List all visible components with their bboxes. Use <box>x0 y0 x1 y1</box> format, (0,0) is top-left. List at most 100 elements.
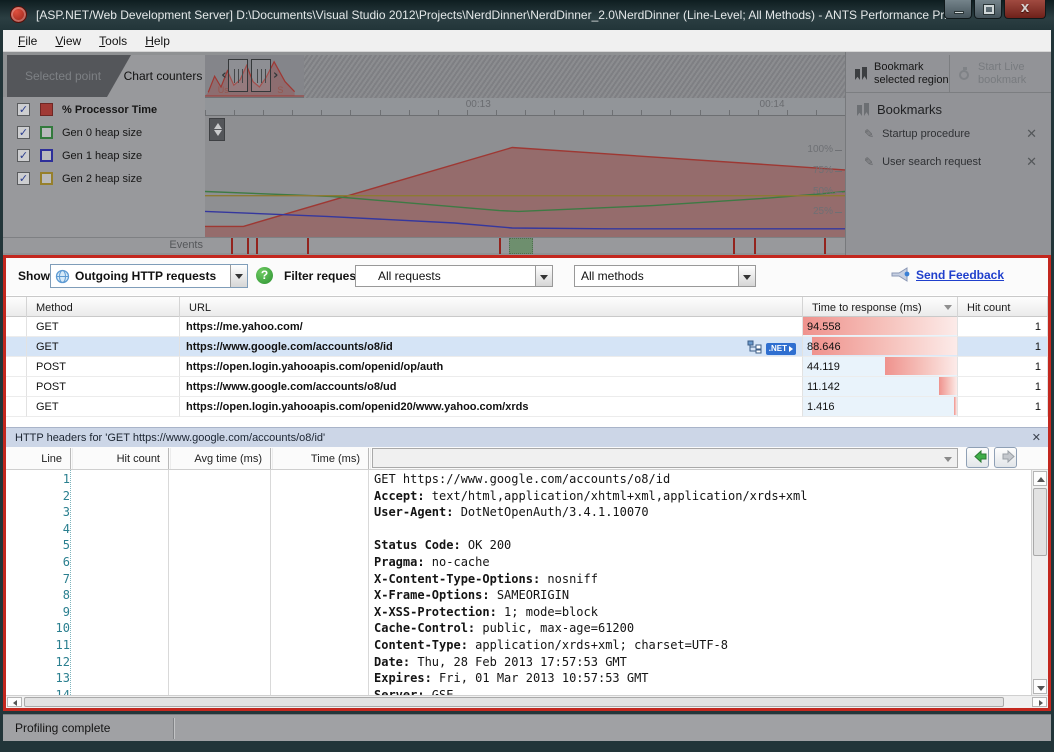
send-feedback-link[interactable]: Send Feedback <box>916 268 1004 282</box>
source-column-avg-time-ms-[interactable]: Avg time (ms) <box>168 447 270 470</box>
line-number: 11 <box>14 638 70 652</box>
minimize-button[interactable] <box>944 0 972 19</box>
source-column-time-ms-[interactable]: Time (ms) <box>270 447 368 470</box>
help-icon[interactable]: ? <box>256 267 273 284</box>
scroll-down-button[interactable] <box>1033 679 1047 694</box>
table-row[interactable]: POSThttps://open.login.yahooapis.com/ope… <box>6 357 1048 377</box>
status-divider <box>173 718 175 739</box>
checkbox[interactable]: ✓ <box>17 149 30 162</box>
start-live-bookmark-button[interactable]: Start Live bookmark <box>949 55 1051 92</box>
method-filter-combobox[interactable]: All methods <box>574 265 756 287</box>
source-column-line[interactable]: Line <box>6 447 70 470</box>
spin-up-icon[interactable] <box>214 123 222 129</box>
range-handle-right[interactable]: › <box>251 59 271 92</box>
bookmark-item[interactable]: ✎Startup procedure✕ <box>864 124 1043 144</box>
http-header-line: Expires: Fri, 01 Mar 2013 10:57:53 GMT <box>374 671 649 685</box>
table-row[interactable]: GEThttps://me.yahoo.com/94.5581 <box>6 317 1048 337</box>
menu-item-tools[interactable]: Tools <box>90 32 136 50</box>
menu-item-view[interactable]: View <box>46 32 90 50</box>
counter-chart[interactable]: 100%75%50%25% <box>205 116 845 237</box>
show-combobox[interactable]: Outgoing HTTP requests <box>50 264 248 288</box>
axis-tick <box>729 110 730 115</box>
maximize-button[interactable] <box>974 0 1002 19</box>
event-marker[interactable] <box>256 238 258 254</box>
column-header-Method[interactable]: Method <box>27 297 180 318</box>
bookmark-selected-region-button[interactable]: Bookmark selected region <box>846 55 949 92</box>
checkbox[interactable]: ✓ <box>17 126 30 139</box>
line-number: 5 <box>14 538 70 552</box>
event-marker[interactable] <box>824 238 826 254</box>
dropdown-arrow-icon[interactable] <box>940 450 956 466</box>
menu-item-help[interactable]: Help <box>136 32 179 50</box>
time-to-response-cell: 11.142 <box>803 377 958 397</box>
event-marker[interactable] <box>733 238 735 254</box>
line-number: 13 <box>14 671 70 685</box>
bookmark-item[interactable]: ✎User search request✕ <box>864 152 1043 172</box>
range-handle-left[interactable]: ‹ <box>228 59 248 92</box>
navigate-back-button[interactable] <box>966 447 989 468</box>
table-row[interactable]: GEThttps://www.google.com/accounts/o8/id… <box>6 337 1048 357</box>
close-panel-icon[interactable]: ✕ <box>1032 431 1041 444</box>
hit-count-cell: 1 <box>958 357 1048 377</box>
delete-bookmark-icon[interactable]: ✕ <box>1026 155 1037 170</box>
column-separator <box>368 448 371 469</box>
request-filter-combobox[interactable]: All requests <box>355 265 553 287</box>
vertical-scrollbar[interactable] <box>1031 470 1048 695</box>
event-marker[interactable] <box>499 238 501 254</box>
dropdown-arrow-icon[interactable] <box>230 265 247 287</box>
scroll-left-button[interactable] <box>7 697 22 707</box>
scroll-right-button[interactable] <box>1032 697 1047 707</box>
chart-zoom-spinner[interactable] <box>209 118 225 141</box>
horizontal-scrollbar[interactable] <box>6 695 1048 708</box>
time-value: 11.142 <box>803 381 840 393</box>
event-marker[interactable] <box>247 238 249 254</box>
event-marker[interactable] <box>231 238 233 254</box>
stopwatch-icon <box>958 67 972 81</box>
delete-bookmark-icon[interactable]: ✕ <box>1026 127 1037 142</box>
scrollbar-thumb[interactable] <box>1033 488 1047 556</box>
tab-chart-counters[interactable]: Chart counters <box>107 55 205 97</box>
http-headers-content[interactable]: 1GET https://www.google.com/accounts/o8/… <box>6 470 1031 695</box>
line-number: 12 <box>14 655 70 669</box>
column-header-indicator[interactable] <box>6 297 27 318</box>
legend-item-1: ✓Gen 0 heap size <box>17 122 205 143</box>
timeline-overview[interactable]: ‹›UsS <box>205 55 845 98</box>
event-marker[interactable] <box>307 238 309 254</box>
table-row[interactable]: POSThttps://www.google.com/accounts/o8/u… <box>6 377 1048 397</box>
close-button[interactable]: X <box>1004 0 1046 19</box>
back-arrow-icon <box>973 450 988 463</box>
checkbox[interactable]: ✓ <box>17 172 30 185</box>
hit-count-cell: 1 <box>958 397 1048 417</box>
call-tree-icon[interactable] <box>747 340 762 357</box>
column-separator <box>368 470 369 695</box>
y-axis-label: 50% <box>813 186 833 197</box>
table-row[interactable]: GEThttps://open.login.yahooapis.com/open… <box>6 397 1048 417</box>
menu-item-file[interactable]: File <box>9 32 46 50</box>
checkbox[interactable]: ✓ <box>17 103 30 116</box>
pencil-icon[interactable]: ✎ <box>864 155 874 169</box>
dropdown-arrow-icon[interactable] <box>738 266 755 286</box>
scroll-up-button[interactable] <box>1033 471 1047 486</box>
y-axis-label: 75% <box>813 165 833 176</box>
scrollbar-thumb[interactable] <box>24 697 1004 707</box>
time-to-response-cell: 1.416 <box>803 397 958 417</box>
event-region-marker[interactable] <box>509 238 533 254</box>
column-header-Hit count[interactable]: Hit count <box>958 297 1048 318</box>
time-value: 1.416 <box>803 401 835 413</box>
dropdown-arrow-icon[interactable] <box>535 266 552 286</box>
tab-selected-point[interactable]: Selected point <box>7 55 119 97</box>
source-file-combobox[interactable] <box>372 448 958 468</box>
http-headers-title-bar: HTTP headers for 'GET https://www.google… <box>6 427 1048 447</box>
pencil-icon[interactable]: ✎ <box>864 127 874 141</box>
spin-down-icon[interactable] <box>214 130 222 136</box>
legend-label: % Processor Time <box>62 104 157 116</box>
sort-descending-icon <box>944 305 952 310</box>
legend-label: Gen 2 heap size <box>62 173 142 185</box>
source-column-hit-count[interactable]: Hit count <box>70 447 168 470</box>
axis-tick <box>583 110 584 115</box>
url-cell: https://me.yahoo.com/ <box>180 317 803 337</box>
column-header-URL[interactable]: URL <box>180 297 803 318</box>
navigate-forward-button[interactable] <box>994 447 1017 468</box>
column-header-Time to response (ms)[interactable]: Time to response (ms) <box>803 297 958 318</box>
event-marker[interactable] <box>754 238 756 254</box>
